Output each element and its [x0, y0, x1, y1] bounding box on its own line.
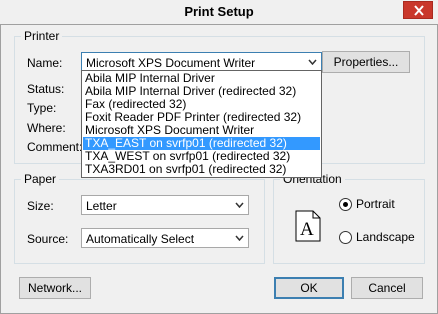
- window-title: Print Setup: [184, 4, 254, 19]
- page-glyph: A: [300, 219, 314, 240]
- printer-dropdown-list[interactable]: Abila MIP Internal Driver Abila MIP Inte…: [81, 70, 322, 178]
- size-label: Size:: [27, 199, 54, 213]
- chevron-down-icon: [235, 202, 244, 208]
- landscape-label[interactable]: Landscape: [356, 230, 415, 244]
- ok-button[interactable]: OK: [274, 277, 344, 299]
- paper-source-value: Automatically Select: [86, 232, 195, 246]
- chevron-down-icon: [235, 235, 244, 241]
- printer-name-value: Microsoft XPS Document Writer: [86, 56, 256, 70]
- dropdown-item[interactable]: TXA3RD01 on svrfp01 (redirected 32): [83, 163, 320, 176]
- close-button[interactable]: [403, 1, 433, 19]
- printer-name-select[interactable]: Microsoft XPS Document Writer: [81, 52, 322, 72]
- printer-legend: Printer: [21, 29, 63, 43]
- comment-label: Comment:: [27, 140, 83, 154]
- name-label: Name:: [27, 56, 63, 70]
- where-label: Where:: [27, 121, 66, 135]
- chevron-down-icon: [308, 59, 317, 65]
- status-label: Status:: [27, 82, 65, 96]
- paper-size-select[interactable]: Letter: [81, 195, 249, 215]
- portrait-radio[interactable]: [339, 198, 352, 211]
- close-icon: [414, 5, 424, 16]
- cancel-button[interactable]: Cancel: [351, 277, 423, 299]
- landscape-radio[interactable]: [339, 231, 352, 244]
- paper-legend: Paper: [21, 172, 60, 186]
- paper-group: [14, 179, 265, 264]
- paper-source-select[interactable]: Automatically Select: [81, 228, 249, 248]
- source-label: Source:: [27, 232, 69, 246]
- type-label: Type:: [27, 101, 57, 115]
- properties-button[interactable]: Properties...: [322, 51, 410, 73]
- portrait-label[interactable]: Portrait: [356, 197, 395, 211]
- title-bar: Print Setup: [0, 0, 438, 25]
- portrait-page-icon: A: [295, 210, 321, 242]
- network-button[interactable]: Network...: [19, 277, 91, 299]
- paper-size-value: Letter: [86, 199, 117, 213]
